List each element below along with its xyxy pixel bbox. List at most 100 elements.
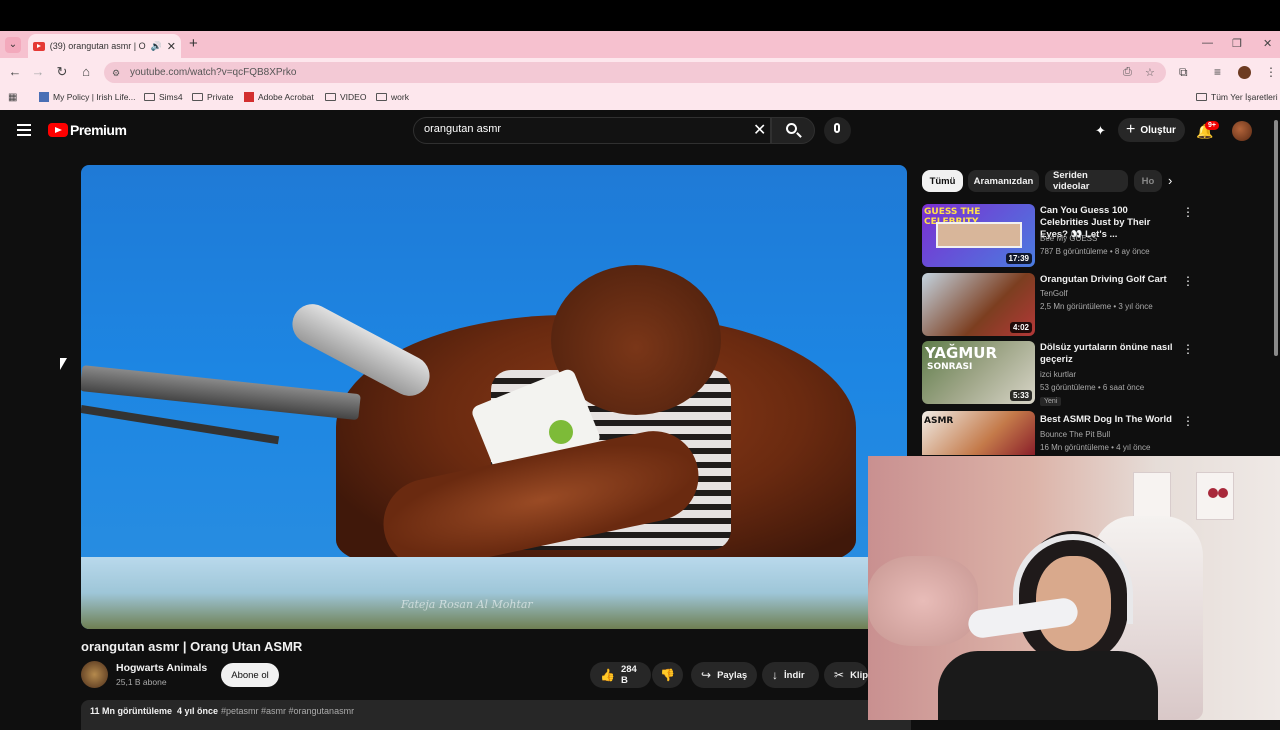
new-tab-icon[interactable]: + — [189, 35, 198, 52]
download-button[interactable]: ↓ İndir — [762, 662, 819, 688]
youtube-brand[interactable]: Premium — [70, 122, 127, 138]
install-app-icon[interactable]: ⎙ — [1123, 66, 1132, 79]
folder-icon — [376, 93, 387, 101]
bookmark-sims4[interactable]: Sims4 — [144, 92, 183, 102]
create-label: Oluştur — [1140, 124, 1176, 136]
more-menu-icon[interactable]: ⋮ — [1265, 65, 1277, 79]
thumb-subtext: SONRASI — [927, 362, 973, 372]
share-button[interactable]: ↪ Paylaş — [691, 662, 757, 688]
rec-thumbnail-4[interactable]: ASMR — [922, 411, 1035, 455]
more-options-icon[interactable]: ⋮ — [1182, 342, 1194, 356]
video-watermark: Fateja Rosan Al Mohtar — [401, 598, 533, 611]
rec-channel-3[interactable]: izci kurtlar — [1040, 370, 1076, 379]
bookmark-label: VIDEO — [340, 92, 367, 102]
rec-channel-4[interactable]: Bounce The Pit Bull — [1040, 430, 1110, 439]
browser-tab-active[interactable]: (39) orangutan asmr | Oran 🔊 ✕ — [28, 34, 181, 58]
all-bookmarks[interactable]: Tüm Yer İşaretleri — [1196, 92, 1278, 102]
rec-thumbnail-2[interactable]: 4:02 — [922, 273, 1035, 336]
rec-title-4[interactable]: Best ASMR Dog In The World — [1040, 414, 1175, 426]
video-duration: 5:33 — [1009, 390, 1032, 401]
speaker-icon[interactable]: 🔊 — [151, 41, 162, 52]
account-avatar[interactable] — [1232, 121, 1252, 141]
minimize-icon[interactable]: — — [1202, 37, 1213, 49]
channel-avatar[interactable] — [81, 661, 108, 688]
video-player[interactable]: Fateja Rosan Al Mohtar — [81, 165, 907, 629]
bookmark-star-icon[interactable]: ☆ — [1145, 66, 1155, 79]
dislike-button[interactable]: 👎 — [652, 662, 683, 688]
more-options-icon[interactable]: ⋮ — [1182, 274, 1194, 288]
mic-boom-arm-lower — [81, 405, 280, 445]
media-controls-icon[interactable]: ≡ — [1214, 65, 1221, 79]
like-button[interactable]: 👍 284 B — [590, 662, 651, 688]
channel-name[interactable]: Hogwarts Animals — [116, 662, 207, 674]
bookmark-adobe-acrobat[interactable]: Adobe Acrobat — [244, 92, 314, 102]
reload-icon[interactable]: ↻ — [54, 64, 70, 80]
create-button[interactable]: + Oluştur — [1118, 118, 1185, 142]
chevron-right-icon[interactable]: › — [1168, 173, 1172, 188]
wall-frame — [1133, 472, 1171, 520]
rec-meta-2: 2,5 Mn görüntüleme • 3 yıl önce — [1040, 302, 1153, 311]
back-icon[interactable]: ← — [7, 64, 23, 79]
bookmark-label: Private — [207, 92, 234, 102]
home-icon[interactable]: ⌂ — [78, 64, 94, 79]
thumb-text: YAĞMUR — [925, 344, 998, 362]
scissors-icon: ✂ — [834, 668, 845, 682]
eyes-image — [936, 222, 1022, 248]
youtube-logo-icon[interactable] — [48, 123, 68, 137]
more-options-icon[interactable]: ⋮ — [1182, 414, 1194, 428]
thumb-text: ASMR — [924, 416, 954, 426]
close-window-icon[interactable]: ✕ — [1263, 37, 1272, 50]
site-info-icon[interactable]: ⚙ — [112, 68, 122, 78]
thumbs-up-icon: 👍 — [600, 668, 615, 682]
rec-channel-2[interactable]: TenGolf — [1040, 289, 1068, 298]
rec-meta-4: 16 Mn görüntüleme • 4 yıl önce — [1040, 443, 1151, 452]
clip-label: Klip — [850, 669, 869, 681]
rec-thumbnail-1[interactable]: GUESS THE CELEBRITY 17:39 — [922, 204, 1035, 267]
hashtags[interactable]: #petasmr #asmr #orangutanasmr — [221, 706, 354, 716]
subscriber-count: 25,1 B abone — [116, 677, 167, 687]
profile-avatar[interactable] — [1238, 66, 1251, 79]
folder-icon — [192, 93, 203, 101]
bookmark-private[interactable]: Private — [192, 92, 233, 102]
video-duration: 17:39 — [1005, 253, 1032, 264]
rec-title-3[interactable]: Dölsüz yurtaların önüne nasıl geçeriz — [1040, 342, 1175, 366]
bookmark-work[interactable]: work — [376, 92, 409, 102]
tab-search-icon[interactable]: ⌄ — [5, 37, 21, 53]
table-surface — [81, 557, 907, 629]
notification-count: 9+ — [1205, 121, 1219, 130]
like-count: 284 B — [620, 664, 637, 686]
bookmark-label: Sims4 — [159, 92, 183, 102]
clip-button[interactable]: ✂ Klip — [824, 662, 868, 688]
plush-toy — [868, 556, 978, 646]
subscribe-button[interactable]: Abone ol — [221, 663, 279, 687]
bookmark-video[interactable]: VIDEO — [325, 92, 366, 102]
search-icon — [786, 123, 797, 134]
more-options-icon[interactable]: ⋮ — [1182, 205, 1194, 219]
rec-channel-1[interactable]: Bee My GUESS — [1040, 234, 1097, 243]
clear-search-icon[interactable]: ✕ — [753, 120, 766, 140]
restore-icon[interactable]: ❐ — [1232, 37, 1242, 50]
page-scrollbar[interactable] — [1274, 120, 1278, 356]
rec-title-2[interactable]: Orangutan Driving Golf Cart — [1040, 274, 1175, 286]
extensions-icon[interactable]: ⧉ — [1179, 65, 1188, 80]
chip-more[interactable]: Ho — [1134, 170, 1162, 192]
video-duration: 4:02 — [1009, 322, 1032, 333]
folder-icon — [1196, 93, 1207, 101]
address-bar[interactable]: ⚙ youtube.com/watch?v=qcFQB8XPrko — [104, 62, 1166, 83]
menu-icon[interactable] — [17, 124, 31, 136]
tab-close-icon[interactable]: ✕ — [167, 40, 176, 53]
snack-food — [549, 420, 573, 444]
chip-from-search[interactable]: Aramanızdan — [968, 170, 1039, 192]
chip-from-series[interactable]: Seriden videolar — [1045, 170, 1128, 192]
view-count: 11 Mn görüntüleme — [90, 706, 173, 716]
premium-badge-icon[interactable]: ✦ — [1095, 123, 1106, 139]
streamer-shirt — [938, 651, 1158, 720]
rec-thumbnail-3[interactable]: YAĞMUR SONRASI 5:33 — [922, 341, 1035, 404]
url-text: youtube.com/watch?v=qcFQB8XPrko — [130, 67, 297, 78]
share-label: Paylaş — [717, 669, 748, 681]
forward-icon[interactable]: → — [30, 64, 46, 79]
apps-grid-icon[interactable]: ▦ — [8, 92, 17, 103]
cherry-art — [1208, 488, 1218, 498]
chip-all[interactable]: Tümü — [922, 170, 963, 192]
bookmark-my-policy[interactable]: My Policy | Irish Life... — [39, 92, 136, 102]
